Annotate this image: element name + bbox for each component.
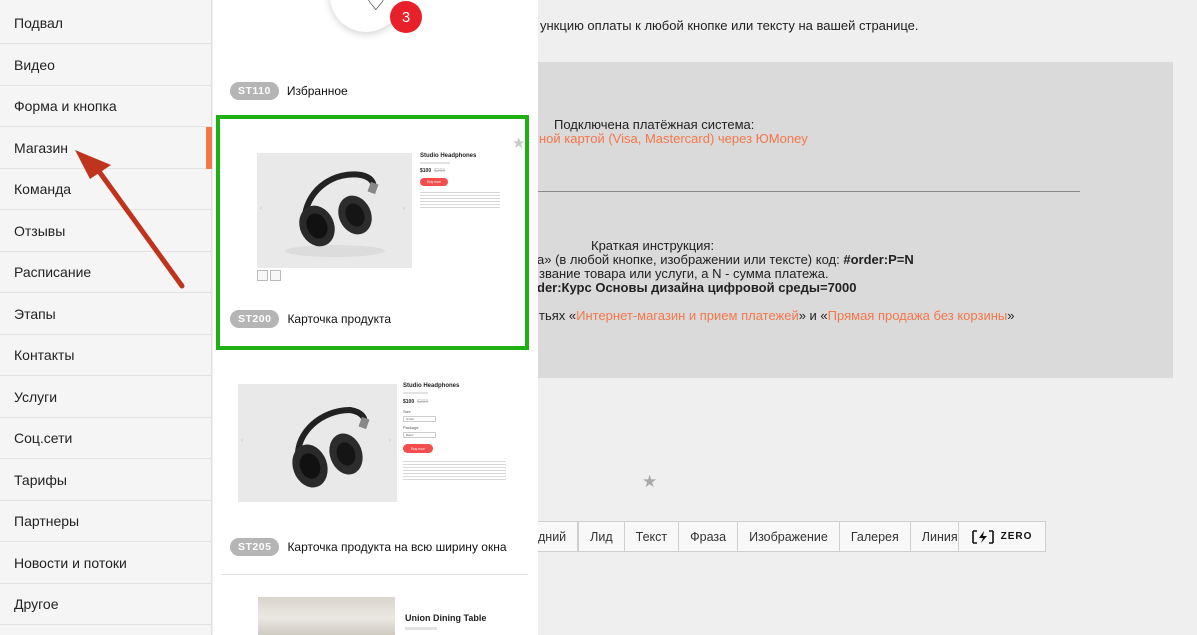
preview-subtitle xyxy=(403,392,428,394)
headphones-icon xyxy=(285,171,385,257)
preview-product-title: Studio Headphones xyxy=(403,383,460,389)
instructions-heading: Краткая инструкция: xyxy=(591,238,715,253)
next-arrow-icon[interactable]: › xyxy=(403,206,405,212)
block-code: ST205 xyxy=(230,538,280,556)
instruction-line-1: а» (в любой кнопке, изображении или текс… xyxy=(537,252,914,267)
product-image-wide xyxy=(238,384,397,502)
sidebar-item-footer[interactable]: Подвал xyxy=(0,3,212,44)
thumbnail-1[interactable] xyxy=(257,270,268,281)
block-library-panel: ♡ 3 ST110 Избранное ★ ‹ › Studio Headpho… xyxy=(213,0,538,635)
instruction-line-4-suffix: » xyxy=(1007,308,1015,323)
toolbar-button-cover[interactable]: дний xyxy=(537,521,579,552)
block-title: Карточка продукта xyxy=(287,312,392,326)
product-image-table xyxy=(258,597,395,635)
block-category-sidebar: Подвал Видео Форма и кнопка Магазин Кома… xyxy=(0,0,212,635)
instruction-line-4-prefix: тьях « xyxy=(539,308,577,323)
toolbar-button-lead[interactable]: Лид xyxy=(578,521,625,552)
payment-heading: Подключена платёжная система: xyxy=(554,117,755,132)
next-arrow-icon[interactable]: › xyxy=(389,438,391,444)
preview-subtitle xyxy=(405,627,437,630)
sidebar-item-video[interactable]: Видео xyxy=(0,45,212,86)
sidebar-item-pricing[interactable]: Тарифы xyxy=(0,460,212,501)
shop-article-link[interactable]: Интернет-магазин и прием платежей xyxy=(576,308,799,323)
divider-line xyxy=(537,191,1080,192)
instruction-line-4-mid: » и « xyxy=(798,308,828,323)
sidebar-item-partners[interactable]: Партнеры xyxy=(0,501,212,542)
block-code: ST200 xyxy=(230,310,280,328)
block-type-toolbar: дний Лид Текст Фраза Изображение Галерея… xyxy=(537,521,970,552)
preview-buy-button: Buy now xyxy=(420,178,448,186)
list-divider xyxy=(221,574,528,575)
direct-sale-article-link[interactable]: Прямая продажа без корзины xyxy=(828,308,1008,323)
sidebar-item-form[interactable]: Форма и кнопка xyxy=(0,86,212,127)
sidebar-item-reviews[interactable]: Отзывы xyxy=(0,211,212,252)
headphones-icon xyxy=(292,406,370,488)
payment-system-link[interactable]: ной картой (Visa, Mastercard) через ЮMon… xyxy=(539,131,808,146)
sidebar-item-contacts[interactable]: Контакты xyxy=(0,335,212,376)
block-title: Избранное xyxy=(286,84,348,98)
toolbar-button-text[interactable]: Текст xyxy=(624,521,680,552)
order-code: #order:P=N xyxy=(843,252,914,267)
instruction-line-1-text: а» (в любой кнопке, изображении или текс… xyxy=(537,252,844,267)
block-st205[interactable]: ST205 Карточка продукта на всю ширину ок… xyxy=(230,538,507,556)
preview-buy-button: Buy now xyxy=(403,444,433,453)
preview-price-value: $100 xyxy=(420,168,432,174)
instruction-line-3: der:Курс Основы дизайна цифровой среды=7… xyxy=(537,280,857,295)
toolbar-button-image[interactable]: Изображение xyxy=(738,521,840,552)
payment-info-panel xyxy=(537,62,1173,378)
thumbnail-2[interactable] xyxy=(270,270,281,281)
block-st110[interactable]: ST110 Избранное xyxy=(230,82,348,100)
instruction-line-4: тьях «Интернет-магазин и прием платежей»… xyxy=(539,308,1014,323)
payment-intro-text: ункцию оплаты к любой кнопке или тексту … xyxy=(540,18,919,33)
preview-price: $100 $200 xyxy=(403,399,428,405)
prev-arrow-icon[interactable]: ‹ xyxy=(260,206,262,212)
sidebar-item-team[interactable]: Команда xyxy=(0,169,212,210)
zero-block-button[interactable]: ZERO xyxy=(958,521,1046,552)
sidebar-item-social[interactable]: Соц.сети xyxy=(0,418,212,459)
sidebar-item-shop[interactable]: Магазин xyxy=(0,128,212,169)
favorites-count-badge: 3 xyxy=(390,1,422,33)
sidebar-item-services[interactable]: Услуги xyxy=(0,377,212,418)
prev-arrow-icon[interactable]: ‹ xyxy=(241,438,243,444)
preview-size-select: Small xyxy=(403,416,436,422)
sidebar-item-schedule[interactable]: Расписание xyxy=(0,252,212,293)
zero-label: ZERO xyxy=(1000,531,1033,542)
preview-price: $100 $200 xyxy=(420,168,445,174)
sidebar-item-news[interactable]: Новости и потоки xyxy=(0,543,212,584)
preview-product-title: Studio Headphones xyxy=(420,153,477,159)
zero-block-icon xyxy=(971,529,994,544)
star-icon[interactable]: ★ xyxy=(642,472,657,492)
heart-icon: ♡ xyxy=(366,0,386,15)
block-title: Карточка продукта на всю ширину окна xyxy=(287,540,507,554)
product-image xyxy=(257,153,412,268)
preview-product-title: Union Dining Table xyxy=(405,613,487,623)
block-code: ST110 xyxy=(230,82,279,100)
preview-subtitle xyxy=(420,162,450,164)
sidebar-item-stages[interactable]: Этапы xyxy=(0,294,212,335)
preview-package-select: Basic xyxy=(403,432,436,438)
preview-package-label: Package xyxy=(403,425,419,430)
active-item-indicator xyxy=(206,127,212,169)
preview-old-price: $200 xyxy=(434,168,446,174)
preview-description xyxy=(403,461,506,482)
block-st200[interactable]: ST200 Карточка продукта xyxy=(230,310,391,328)
preview-size-label: Size xyxy=(403,409,411,414)
toolbar-button-phrase[interactable]: Фраза xyxy=(679,521,739,552)
toolbar-button-gallery[interactable]: Галерея xyxy=(839,521,911,552)
sidebar-item-other[interactable]: Другое xyxy=(0,584,212,625)
preview-description xyxy=(420,192,500,210)
instruction-line-2: звание товара или услуги, а N - сумма пл… xyxy=(539,266,829,281)
preview-old-price: $200 xyxy=(417,399,429,405)
favorite-star-icon[interactable]: ★ xyxy=(512,134,525,152)
preview-price-value: $100 xyxy=(403,399,415,405)
